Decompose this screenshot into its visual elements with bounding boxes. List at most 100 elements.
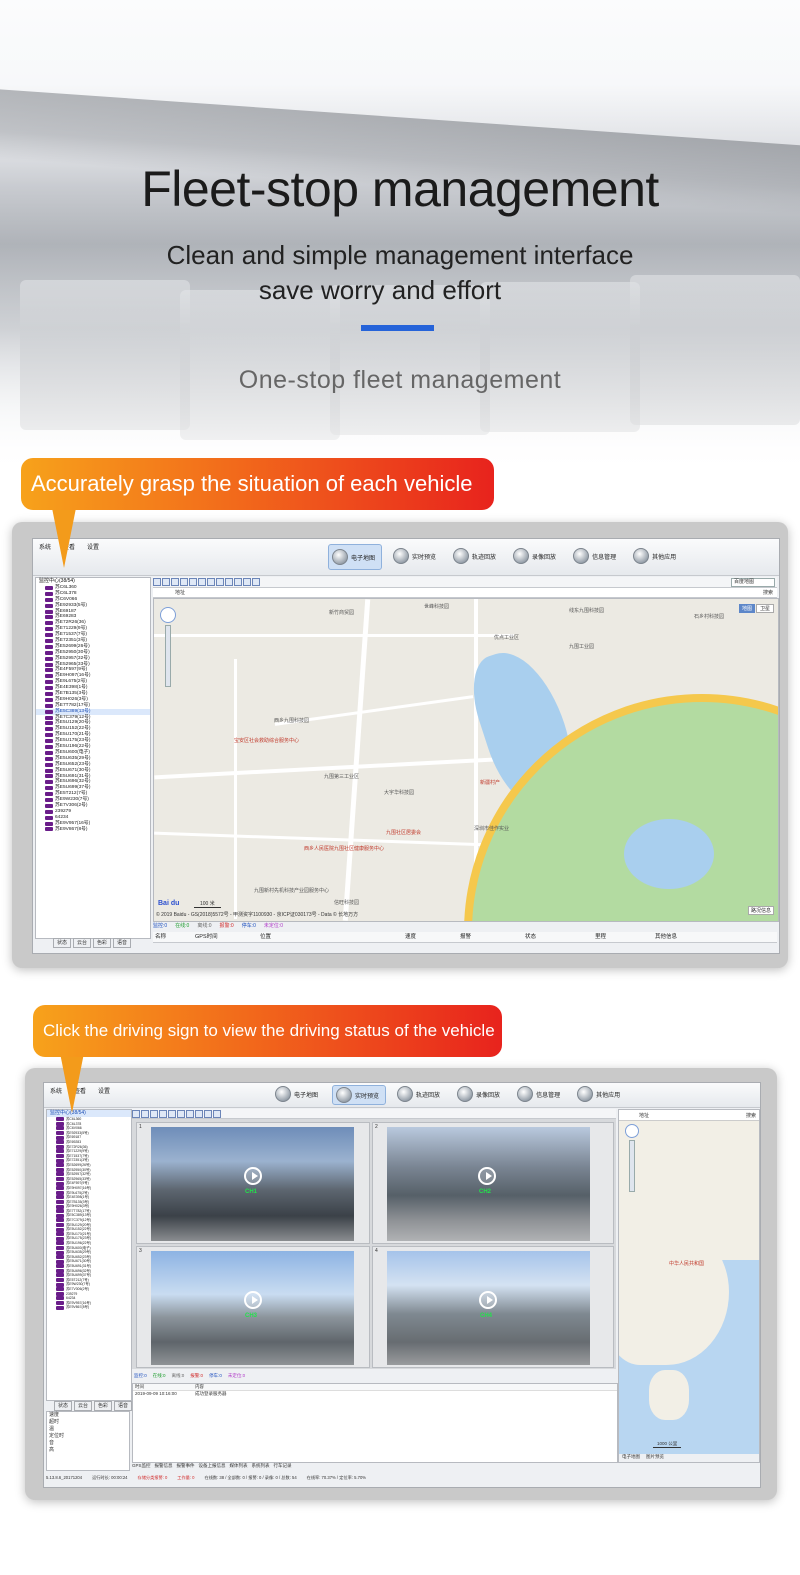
count-parking[interactable]: 停车:0: [242, 922, 256, 931]
col-mileage[interactable]: 里程: [595, 932, 655, 942]
zoom-in-icon[interactable]: [153, 578, 161, 586]
map-poi-label[interactable]: 新竹商贸园: [329, 609, 354, 616]
col-name[interactable]: 名称: [153, 932, 195, 942]
road-info-button[interactable]: 路况信息: [747, 906, 774, 915]
col-location[interactable]: 位置: [260, 932, 405, 942]
video-cell-4[interactable]: 4 CH4: [372, 1246, 614, 1368]
map-search-button[interactable]: 搜索: [746, 1112, 756, 1119]
menu-item-settings[interactable]: 设置: [87, 542, 99, 551]
map-poi-label[interactable]: 新疆村产: [480, 779, 500, 786]
bottom-tab-device-report[interactable]: 设备上报信息: [199, 1463, 226, 1471]
video-cell-3[interactable]: 3 CH3: [136, 1246, 370, 1368]
pan-control-icon[interactable]: [625, 1124, 639, 1138]
talk-icon[interactable]: [186, 1110, 194, 1118]
tree-tab-ptz[interactable]: 云台: [74, 1401, 93, 1411]
col-alarm[interactable]: 报警: [460, 932, 525, 942]
layout-4-icon[interactable]: [141, 1110, 149, 1118]
tree-tab-color[interactable]: 色彩: [93, 938, 112, 948]
marker-icon[interactable]: [225, 578, 233, 586]
count-alarm[interactable]: 报警:0: [220, 922, 234, 931]
record-icon[interactable]: [177, 1110, 185, 1118]
electronic-map[interactable]: 世峰科技园线东九围科技园优点工业区 石乡村科技园九围工业园 新竹商贸园九围社区居委会…: [153, 598, 779, 922]
tree-row[interactable]: 苏E9V867(8号): [47, 1305, 131, 1310]
tab-video-playback[interactable]: 录像回放: [454, 1085, 506, 1103]
video-cell-1[interactable]: 1 CH1: [136, 1122, 370, 1244]
map-poi-label[interactable]: 优点工业区: [494, 634, 519, 641]
count-online[interactable]: 在线:0: [153, 1373, 166, 1381]
search-icon[interactable]: [234, 578, 242, 586]
fullscreen-icon[interactable]: [243, 578, 251, 586]
bottom-tab-driving-record[interactable]: 行车记录: [274, 1463, 292, 1471]
bottom-tab-alarm-info[interactable]: 报警信息: [155, 1463, 173, 1471]
col-other-info[interactable]: 其他信息: [655, 932, 725, 942]
zoom-out-icon[interactable]: [162, 578, 170, 586]
play-icon[interactable]: [479, 1291, 497, 1309]
map-tab-electronic[interactable]: 电子地图: [622, 1454, 640, 1462]
rect-icon[interactable]: [207, 578, 215, 586]
map-poi-label[interactable]: 九围工业园: [569, 643, 594, 650]
count-unlocated[interactable]: 未定位:0: [264, 922, 283, 931]
map-poi-label[interactable]: 九围第三工业区: [324, 773, 359, 780]
snapshot-icon[interactable]: [168, 1110, 176, 1118]
tab-info-management[interactable]: 信息管理: [514, 1085, 566, 1103]
count-offline[interactable]: 离线:0: [172, 1373, 185, 1381]
play-icon[interactable]: [244, 1291, 262, 1309]
tab-other-apps[interactable]: 其他应用: [574, 1085, 626, 1103]
tree-row[interactable]: 苏E9V867(8号): [36, 827, 150, 833]
map-poi-label[interactable]: 石乡村科技园: [694, 613, 724, 620]
tab-track-playback[interactable]: 轨迹回放: [450, 544, 502, 568]
count-parking[interactable]: 停车:0: [209, 1373, 222, 1381]
tab-other-apps[interactable]: 其他应用: [630, 544, 682, 568]
mini-map[interactable]: 地址 搜索 中华人民共和国 1000 公里 电子地图 图片预览: [618, 1109, 760, 1463]
map-mode-satellite[interactable]: 卫星: [755, 604, 774, 613]
tree-tab-color[interactable]: 色彩: [94, 1401, 113, 1411]
tree-root[interactable]: 监控中心(38/54): [36, 578, 150, 585]
tab-live-preview[interactable]: 实时预览: [390, 544, 442, 568]
map-tab-picture-preview[interactable]: 图片预览: [646, 1454, 664, 1462]
pan-control-icon[interactable]: [160, 607, 176, 623]
count-alarm[interactable]: 报警:0: [190, 1373, 203, 1381]
map-poi-label[interactable]: 线东九围科技园: [569, 607, 604, 614]
menu-item-system[interactable]: 系统: [39, 542, 51, 551]
count-unlocated[interactable]: 未定位:0: [228, 1373, 245, 1381]
tab-electronic-map[interactable]: 电子地图: [328, 544, 383, 570]
tab-live-preview[interactable]: 实时预览: [332, 1085, 387, 1105]
tree-tab-voice[interactable]: 语音: [114, 1401, 133, 1411]
map-poi-label[interactable]: 大宇华科技园: [384, 789, 414, 796]
map-poi-label[interactable]: 世峰科技园: [424, 603, 449, 610]
map-search-button[interactable]: 搜索: [763, 589, 773, 596]
count-online[interactable]: 在线:0: [175, 922, 189, 931]
select-icon[interactable]: [180, 578, 188, 586]
circle-icon[interactable]: [198, 578, 206, 586]
layout-9-icon[interactable]: [150, 1110, 158, 1118]
tab-video-playback[interactable]: 录像回放: [510, 544, 562, 568]
zoom-slider[interactable]: [165, 625, 171, 687]
log-col-time[interactable]: 时间: [133, 1384, 195, 1390]
tree-tab-status[interactable]: 状态: [53, 938, 72, 948]
menu-item-settings[interactable]: 设置: [98, 1086, 110, 1095]
tree-tab-ptz[interactable]: 云台: [73, 938, 92, 948]
count-monitor[interactable]: 监控:0: [153, 922, 167, 931]
map-poi-label[interactable]: 宝安区社会救助综合服务中心: [234, 737, 299, 744]
map-poi-label[interactable]: 西乡人民医院九围社区健康服务中心: [304, 845, 384, 852]
volume-icon[interactable]: [195, 1110, 203, 1118]
bottom-tab-media[interactable]: 媒体列表: [230, 1463, 248, 1471]
col-gps-time[interactable]: GPS时间: [195, 932, 260, 942]
count-offline[interactable]: 离线:0: [197, 922, 211, 931]
play-icon[interactable]: [478, 1167, 496, 1185]
bottom-tab-gps[interactable]: GPS监控: [132, 1463, 151, 1471]
map-poi-label[interactable]: 信旺科技园: [334, 899, 359, 906]
video-cell-2[interactable]: 2 CH2: [372, 1122, 614, 1244]
map-poi-label[interactable]: 九围社区居委会: [386, 829, 421, 836]
map-mode-map[interactable]: 地图: [738, 604, 755, 613]
zoom-slider[interactable]: [629, 1140, 635, 1192]
map-poi-label[interactable]: 九围新村先机科技产业园服务中心: [254, 887, 329, 894]
bottom-tab-alarm-events[interactable]: 报警事件: [177, 1463, 195, 1471]
map-poi-label[interactable]: 深圳市佳作实业: [474, 825, 509, 832]
layout-16-icon[interactable]: [159, 1110, 167, 1118]
layout-1-icon[interactable]: [132, 1110, 140, 1118]
refresh-icon[interactable]: [252, 578, 260, 586]
log-col-content[interactable]: 内容: [195, 1384, 204, 1390]
stop-all-icon[interactable]: [204, 1110, 212, 1118]
tab-track-playback[interactable]: 轨迹回放: [394, 1085, 446, 1103]
